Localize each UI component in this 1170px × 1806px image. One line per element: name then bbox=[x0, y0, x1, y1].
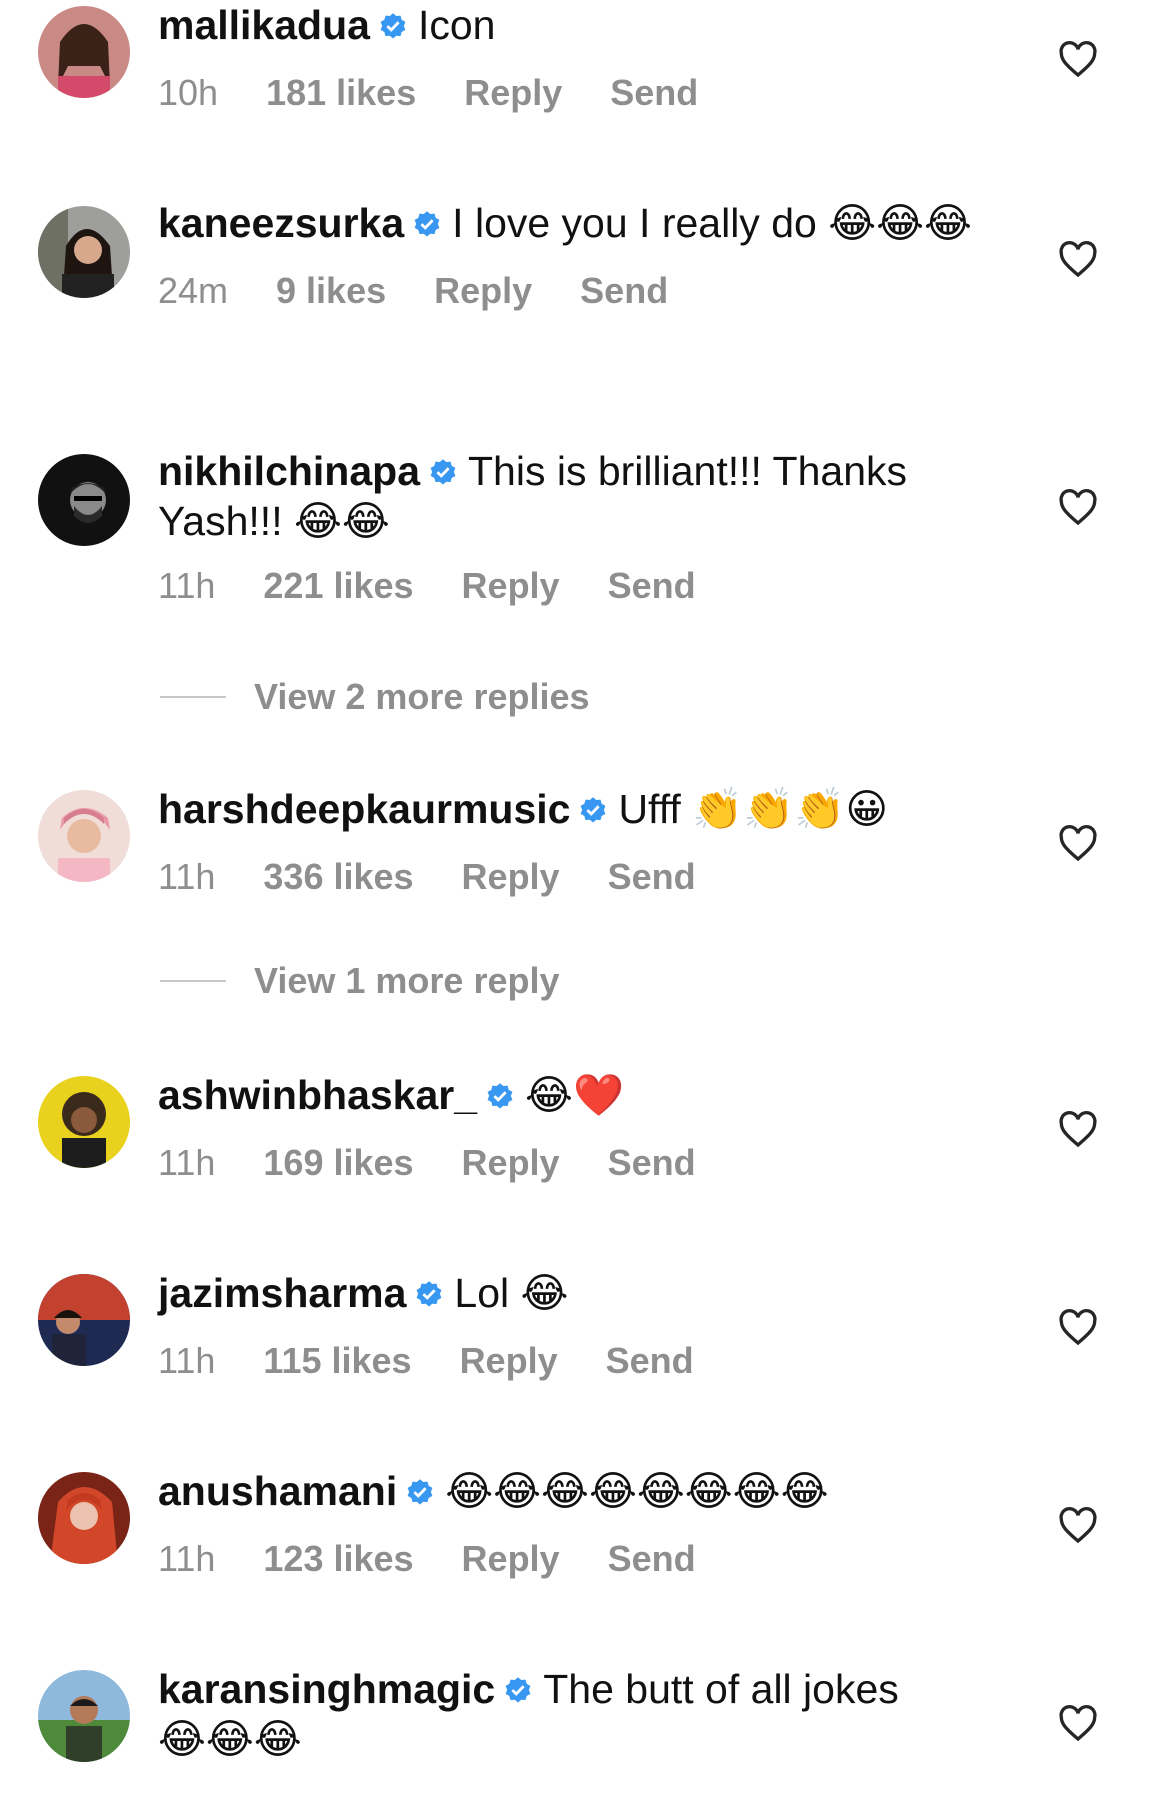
comment-emojis: 😂😂😂 bbox=[828, 200, 972, 246]
reply-button[interactable]: Reply bbox=[462, 1538, 560, 1579]
comment-body: I love you I really do bbox=[452, 200, 817, 246]
username[interactable]: kaneezsurka bbox=[158, 200, 404, 246]
avatar[interactable] bbox=[38, 454, 130, 546]
reply-button[interactable]: Reply bbox=[462, 565, 560, 606]
comment-emojis: 😂😂 bbox=[294, 498, 390, 544]
heart-outline-icon[interactable] bbox=[1058, 240, 1098, 280]
likes-count[interactable]: 336 likes bbox=[263, 856, 413, 897]
heart-outline-icon[interactable] bbox=[1058, 40, 1098, 80]
view-more-replies[interactable]: View 1 more reply bbox=[160, 960, 560, 1002]
comment-meta: 11h 336 likes Reply Send bbox=[158, 856, 988, 898]
comment-meta: 11h 221 likes Reply Send bbox=[158, 565, 988, 607]
username[interactable]: anushamani bbox=[158, 1468, 397, 1514]
timestamp: 24m bbox=[158, 270, 229, 311]
comment-meta: 11h 169 likes Reply Send bbox=[158, 1142, 988, 1184]
heart-outline-icon[interactable] bbox=[1058, 824, 1098, 864]
verified-badge-icon bbox=[412, 203, 442, 250]
verified-badge-icon bbox=[503, 1669, 533, 1716]
comment-text: mallikadua Icon bbox=[158, 2, 988, 52]
timestamp: 11h bbox=[158, 1340, 216, 1381]
heart-outline-icon[interactable] bbox=[1058, 1308, 1098, 1348]
reply-divider bbox=[160, 980, 226, 982]
timestamp: 11h bbox=[158, 1538, 216, 1579]
reply-button[interactable]: Reply bbox=[460, 1340, 558, 1381]
reply-button[interactable]: Reply bbox=[464, 72, 562, 113]
verified-badge-icon bbox=[485, 1075, 515, 1122]
timestamp: 10h bbox=[158, 72, 219, 113]
likes-count[interactable]: 115 likes bbox=[263, 1340, 411, 1381]
avatar[interactable] bbox=[38, 1274, 130, 1366]
heart-outline-icon[interactable] bbox=[1058, 488, 1098, 528]
comment-meta: 11h 123 likes Reply Send bbox=[158, 1538, 988, 1580]
comment-emojis: 😂😂😂😂😂😂😂😂 bbox=[445, 1468, 829, 1514]
send-button[interactable]: Send bbox=[610, 72, 698, 113]
view-more-replies[interactable]: View 2 more replies bbox=[160, 676, 590, 718]
timestamp: 11h bbox=[158, 1142, 216, 1183]
comment-body: Lol bbox=[454, 1270, 510, 1316]
heart-outline-icon[interactable] bbox=[1058, 1506, 1098, 1546]
comment-meta: 10h 181 likes Reply Send bbox=[158, 72, 988, 114]
send-button[interactable]: Send bbox=[580, 270, 668, 311]
comment-text: nikhilchinapa This is brilliant!!! Thanks… bbox=[158, 448, 988, 545]
likes-count[interactable]: 181 likes bbox=[266, 72, 416, 113]
comment-text: harshdeepkaurmusic Ufff 👏👏👏😀 bbox=[158, 786, 988, 836]
username[interactable]: mallikadua bbox=[158, 2, 370, 48]
heart-outline-icon[interactable] bbox=[1058, 1110, 1098, 1150]
likes-count[interactable]: 169 likes bbox=[263, 1142, 413, 1183]
comment-text: karansinghmagic The butt of all jokes 😂😂😂 bbox=[158, 1666, 988, 1763]
verified-badge-icon bbox=[378, 5, 408, 52]
avatar[interactable] bbox=[38, 1670, 130, 1762]
avatar[interactable] bbox=[38, 206, 130, 298]
likes-count[interactable]: 221 likes bbox=[263, 565, 413, 606]
username[interactable]: jazimsharma bbox=[158, 1270, 406, 1316]
reply-button[interactable]: Reply bbox=[462, 1142, 560, 1183]
timestamp: 11h bbox=[158, 856, 216, 897]
reply-divider bbox=[160, 696, 226, 698]
comment-body: Icon bbox=[417, 2, 496, 48]
send-button[interactable]: Send bbox=[608, 565, 696, 606]
comment-meta: 24m 9 likes Reply Send bbox=[158, 270, 988, 312]
comment-emojis: 😂❤️ bbox=[525, 1072, 624, 1118]
username[interactable]: harshdeepkaurmusic bbox=[158, 786, 570, 832]
avatar[interactable] bbox=[38, 1472, 130, 1564]
comment-emojis: 😂 bbox=[520, 1270, 569, 1316]
reply-button[interactable]: Reply bbox=[434, 270, 532, 311]
comment-emojis: 👏👏👏😀 bbox=[692, 786, 889, 832]
send-button[interactable]: Send bbox=[606, 1340, 694, 1381]
send-button[interactable]: Send bbox=[608, 1142, 696, 1183]
comment-text: kaneezsurka I love you I really do 😂😂😂 bbox=[158, 200, 988, 250]
heart-outline-icon[interactable] bbox=[1058, 1704, 1098, 1744]
avatar[interactable] bbox=[38, 790, 130, 882]
reply-button[interactable]: Reply bbox=[462, 856, 560, 897]
likes-count[interactable]: 123 likes bbox=[263, 1538, 413, 1579]
comment-text: anushamani 😂😂😂😂😂😂😂😂 bbox=[158, 1468, 988, 1518]
username[interactable]: nikhilchinapa bbox=[158, 448, 420, 494]
verified-badge-icon bbox=[578, 789, 608, 836]
comment-body: Ufff bbox=[618, 786, 681, 832]
comment-text: jazimsharma Lol 😂 bbox=[158, 1270, 988, 1320]
username[interactable]: ashwinbhaskar_ bbox=[158, 1072, 477, 1118]
view-replies-label[interactable]: View 2 more replies bbox=[254, 676, 590, 717]
verified-badge-icon bbox=[414, 1273, 444, 1320]
view-replies-label[interactable]: View 1 more reply bbox=[254, 960, 560, 1001]
username[interactable]: karansinghmagic bbox=[158, 1666, 495, 1712]
comment-meta: 11h 115 likes Reply Send bbox=[158, 1340, 988, 1382]
comment-emojis: 😂😂😂 bbox=[158, 1716, 302, 1762]
likes-count[interactable]: 9 likes bbox=[276, 270, 386, 311]
send-button[interactable]: Send bbox=[608, 856, 696, 897]
verified-badge-icon bbox=[405, 1471, 435, 1518]
timestamp: 11h bbox=[158, 565, 216, 606]
avatar[interactable] bbox=[38, 1076, 130, 1168]
comment-body: The butt of all jokes bbox=[543, 1666, 899, 1712]
send-button[interactable]: Send bbox=[608, 1538, 696, 1579]
comment-text: ashwinbhaskar_ 😂❤️ bbox=[158, 1072, 988, 1122]
verified-badge-icon bbox=[428, 451, 458, 498]
avatar[interactable] bbox=[38, 6, 130, 98]
